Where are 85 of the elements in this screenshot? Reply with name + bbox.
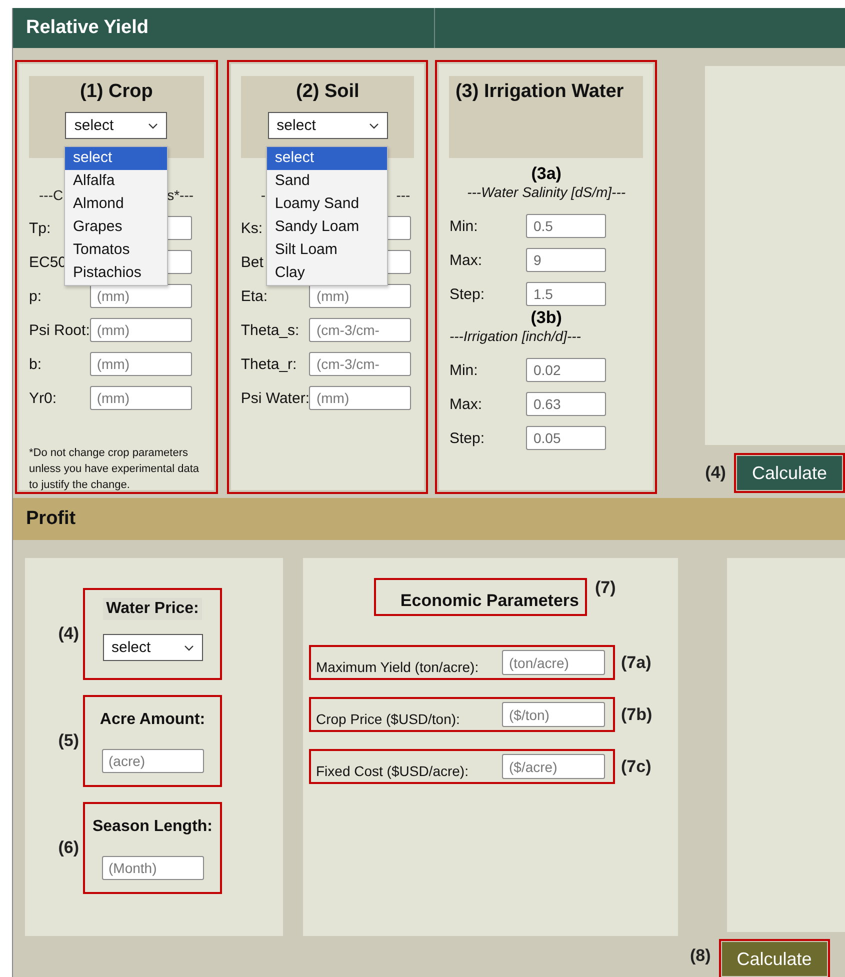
field-label: Ks: <box>240 220 263 236</box>
section-title: (3) Irrigation Water <box>455 81 624 103</box>
field-label: Psi Root: <box>29 322 90 338</box>
field-label: p: <box>29 288 42 304</box>
step-number: (5) <box>57 731 80 751</box>
input-field[interactable]: 0.05 <box>526 426 606 450</box>
field-label: Fixed Cost ($USD/acre): <box>316 763 468 781</box>
step-number: (6) <box>57 838 80 858</box>
input-field[interactable]: (mm) <box>90 284 192 308</box>
section-title: Economic Parameters <box>374 578 587 616</box>
section-title: (1) Crop <box>80 81 153 103</box>
field-label: Acre Amount: <box>100 711 206 729</box>
chevron-icon <box>368 122 379 128</box>
chevron-icon <box>148 122 158 128</box>
dropdown-option[interactable]: Sandy Loam <box>266 216 387 239</box>
dropdown-option[interactable]: select <box>65 147 167 170</box>
input-field[interactable]: (mm) <box>309 386 412 410</box>
dropdown-option[interactable]: Tomatos <box>65 239 167 262</box>
step-number: (7b) <box>621 704 652 724</box>
field-label: Tp: <box>29 220 51 236</box>
chevron-icon <box>184 644 194 650</box>
field-label: Step: <box>449 286 486 302</box>
field-label: Theta_r: <box>240 356 297 372</box>
parameters-heading: s*--- <box>167 186 194 204</box>
section-title: (2) Soil <box>296 81 360 103</box>
dropdown-option[interactable]: Silt Loam <box>266 239 387 262</box>
field-label: Min: <box>449 362 479 378</box>
input-field[interactable]: (cm-3/cm- <box>309 352 412 376</box>
dropdown-option[interactable]: Alfalfa <box>65 170 167 193</box>
dropdown[interactable]: select <box>268 112 388 139</box>
input-field[interactable]: 9 <box>526 248 606 272</box>
field-label: Min: <box>449 218 479 234</box>
field-label: Bet <box>240 254 264 270</box>
input-field[interactable]: (mm) <box>90 318 192 342</box>
field-label: Step: <box>449 430 486 446</box>
field-label: Psi Water: <box>240 390 310 406</box>
field-label: Crop Price ($USD/ton): <box>316 711 460 729</box>
dropdown-option[interactable]: Grapes <box>65 216 167 239</box>
input-field[interactable]: (ton/acre) <box>502 650 605 675</box>
input-field[interactable]: (mm) <box>90 352 192 376</box>
dropdown[interactable]: select <box>65 112 168 139</box>
step-number: (7a) <box>621 652 652 672</box>
dropdown-option[interactable]: Pistachios <box>65 262 167 285</box>
field-label: Water Price: <box>103 598 202 620</box>
dropdown-option[interactable]: Clay <box>266 262 387 285</box>
group-number: (3a) <box>530 164 562 184</box>
parameters-heading: ---C <box>39 186 64 204</box>
input-field[interactable]: ($/ton) <box>502 702 605 727</box>
step-number: (4) <box>57 624 80 644</box>
dropdown-option[interactable]: Loamy Sand <box>266 193 387 216</box>
input-field[interactable]: (cm-3/cm- <box>309 318 412 342</box>
input-field[interactable]: (mm) <box>90 386 192 410</box>
dropdown-option[interactable]: Almond <box>65 193 167 216</box>
field-label: Theta_s: <box>240 322 300 338</box>
input-field[interactable]: ($/acre) <box>502 754 605 779</box>
input-field[interactable]: (acre) <box>102 749 204 773</box>
step-number: (7) <box>595 578 616 598</box>
input-field[interactable]: 0.5 <box>526 214 606 238</box>
parameters-heading: --- <box>396 186 410 204</box>
field-label: Max: <box>449 396 483 412</box>
group-number: (3b) <box>530 308 563 328</box>
step-number: (4) <box>705 463 726 483</box>
input-field[interactable]: (mm) <box>309 284 412 308</box>
group-heading: ---Water Salinity [dS/m]--- <box>466 184 627 200</box>
dropdown-option[interactable]: Sand <box>266 170 387 193</box>
calculate-button[interactable]: Calculate <box>736 456 842 490</box>
field-label: Eta: <box>240 288 268 304</box>
group-heading: ---Irrigation [inch/d]--- <box>449 328 582 344</box>
header-title: Relative Yield <box>25 17 149 39</box>
input-field[interactable]: (Month) <box>102 856 204 880</box>
field-label: b: <box>29 356 42 372</box>
field-label: Yr0: <box>29 390 57 406</box>
step-number: (8) <box>690 946 711 966</box>
header-title: Profit <box>25 508 76 530</box>
step-number: (7c) <box>621 756 652 776</box>
input-field[interactable]: 1.5 <box>526 282 606 306</box>
field-label: Season Length: <box>92 818 212 836</box>
calculate-button[interactable]: Calculate <box>722 942 827 976</box>
dropdown[interactable]: select <box>102 634 202 661</box>
input-field[interactable]: 0.02 <box>526 358 606 382</box>
field-label: Maximum Yield (ton/acre): <box>316 659 479 677</box>
note-text: *Do not change crop parameters unless you have experimental data to justify the change. <box>29 446 200 493</box>
input-field[interactable]: 0.63 <box>526 392 606 416</box>
dropdown-option[interactable]: select <box>266 147 387 170</box>
field-label: Max: <box>449 252 483 268</box>
